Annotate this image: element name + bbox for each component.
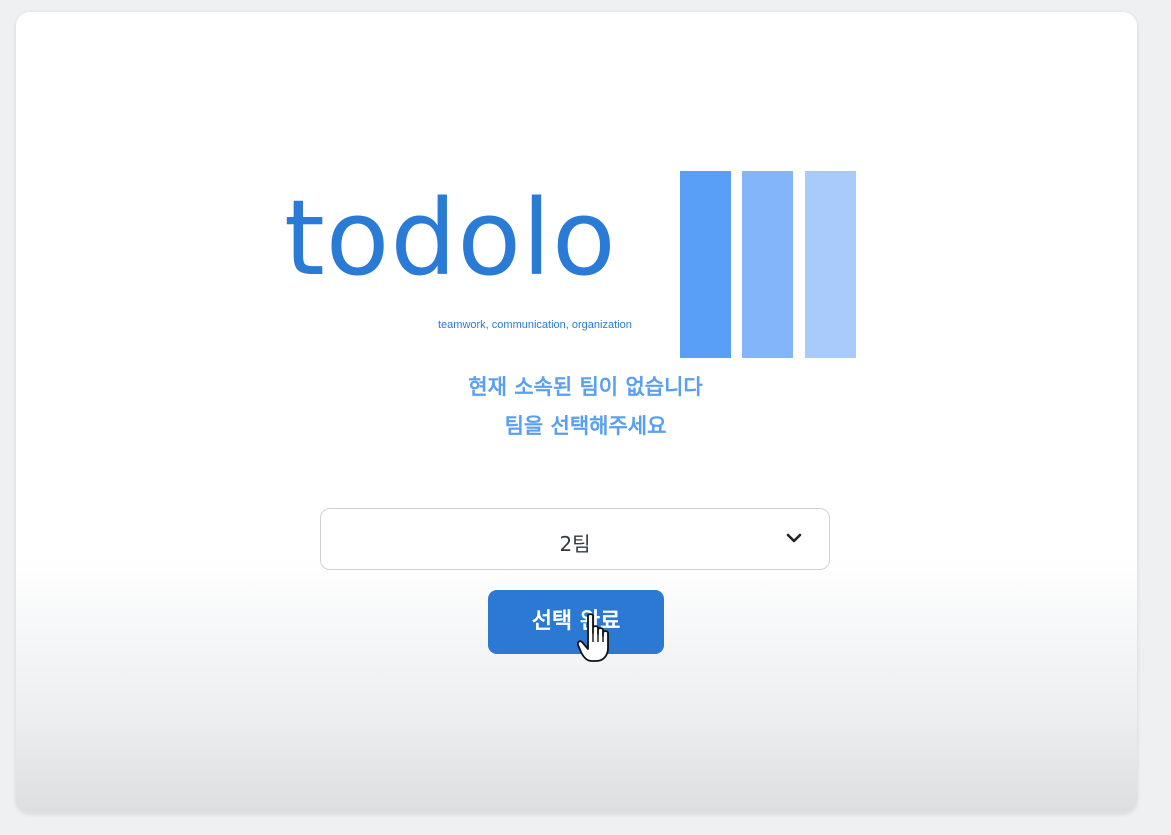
- team-select[interactable]: 2팀: [320, 508, 830, 570]
- logo-bar-1: [680, 171, 731, 358]
- logo-bar-2: [742, 171, 793, 358]
- chevron-down-icon: [786, 533, 802, 543]
- hand-pointer-icon: [577, 613, 609, 662]
- select-team-prompt: 팀을 선택해주세요: [504, 414, 667, 438]
- confirm-selection-button[interactable]: 선택 완료: [488, 590, 664, 654]
- team-select-value: 2팀: [559, 532, 591, 556]
- logo-bar-3: [805, 171, 856, 358]
- no-team-message: 현재 소속된 팀이 없습니다: [468, 375, 703, 399]
- logo-wordmark: todolo: [284, 177, 617, 299]
- logo-tagline: teamwork, communication, organization: [438, 319, 632, 331]
